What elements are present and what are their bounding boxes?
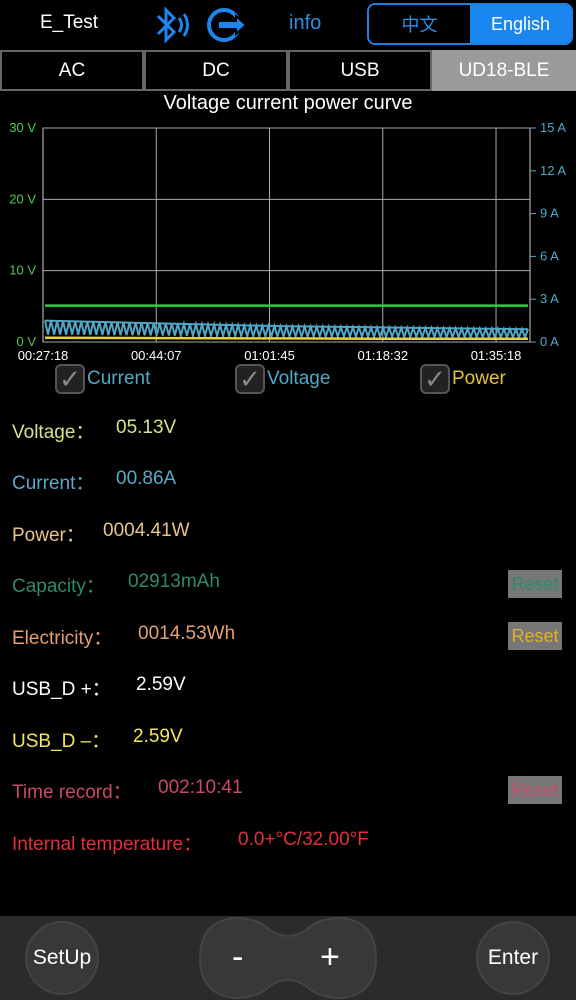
capacity-value: 02913mAh bbox=[128, 571, 220, 592]
x-tick-label: 01:18:32 bbox=[357, 348, 408, 363]
lang-english-button[interactable]: English bbox=[470, 5, 571, 43]
electricity-reading: Electricity： 0014.53Wh Reset bbox=[12, 622, 562, 653]
checkmark-icon: ✓ bbox=[235, 364, 265, 394]
y-right-tick-label: 0 A bbox=[540, 334, 559, 349]
minus-button[interactable]: - bbox=[232, 938, 243, 977]
checkmark-icon: ✓ bbox=[55, 364, 85, 394]
current-checkbox[interactable]: ✓ Current bbox=[55, 364, 150, 394]
power-series-line bbox=[44, 336, 528, 341]
usb-dplus-reading: USB_D +： 2.59V bbox=[12, 674, 562, 704]
y-right-tick-label: 3 A bbox=[540, 291, 559, 306]
tab-dc[interactable]: DC bbox=[144, 50, 288, 91]
current-label: Current： bbox=[12, 473, 95, 494]
bluetooth-icon[interactable] bbox=[150, 4, 196, 46]
plot-frame bbox=[42, 127, 531, 343]
rotate-screen-icon[interactable] bbox=[204, 4, 250, 46]
capacity-reset-button[interactable]: Reset bbox=[508, 570, 562, 598]
y-left-tick-label: 0 V bbox=[16, 334, 36, 349]
time-record-label: Time record： bbox=[12, 782, 132, 803]
voltage-label: Voltage： bbox=[12, 422, 95, 443]
time-record-reading: Time record： 002:10:41 Reset bbox=[12, 776, 562, 807]
voltage-value: 05.13V bbox=[116, 417, 177, 438]
current-value: 00.86A bbox=[116, 468, 177, 489]
y-left-tick-label: 10 V bbox=[9, 263, 36, 278]
usb-dminus-label: USB_D –： bbox=[12, 731, 111, 752]
power-reading: Power： 0004.41W bbox=[12, 520, 562, 550]
time-record-value: 002:10:41 bbox=[158, 777, 243, 798]
current-checkbox-label: Current bbox=[87, 368, 151, 389]
usb-dplus-value: 2.59V bbox=[136, 674, 186, 695]
setup-button[interactable]: SetUp bbox=[27, 923, 97, 993]
x-tick-label: 01:01:45 bbox=[244, 348, 295, 363]
x-tick-label: 00:27:18 bbox=[18, 348, 69, 363]
bottom-control-bar: SetUp - + Enter bbox=[0, 916, 576, 1000]
tab-usb[interactable]: USB bbox=[288, 50, 432, 91]
tab-ud18-ble[interactable]: UD18-BLE bbox=[432, 50, 576, 91]
info-link[interactable]: info bbox=[289, 12, 321, 35]
voltage-reading: Voltage： 05.13V bbox=[12, 417, 562, 447]
x-tick-label: 01:35:18 bbox=[471, 348, 522, 363]
checkmark-icon: ✓ bbox=[420, 364, 450, 394]
internal-temperature-label: Internal temperature： bbox=[12, 834, 203, 855]
usb-dplus-label: USB_D +： bbox=[12, 679, 111, 700]
usb-dminus-value: 2.59V bbox=[133, 726, 183, 747]
power-value: 0004.41W bbox=[103, 520, 190, 541]
y-right-tick-label: 12 A bbox=[540, 163, 566, 178]
voltage-checkbox-label: Voltage bbox=[267, 368, 331, 389]
y-right-tick-label: 15 A bbox=[540, 120, 566, 135]
power-checkbox[interactable]: ✓ Power bbox=[420, 364, 506, 394]
language-switch: 中文 English bbox=[367, 3, 573, 45]
usb-dminus-reading: USB_D –： 2.59V bbox=[12, 726, 562, 756]
x-tick-label: 00:44:07 bbox=[131, 348, 182, 363]
voltage-current-power-chart: 30 V 20 V 10 V 0 V 15 A 12 A 9 A 6 A 3 A 0 A 00:27… bbox=[9, 120, 566, 363]
power-label: Power： bbox=[12, 525, 85, 546]
mode-tabs: AC DC USB UD18-BLE bbox=[0, 50, 576, 91]
current-reading: Current： 00.86A bbox=[12, 468, 562, 498]
minus-plus-control bbox=[198, 916, 378, 1000]
plus-button[interactable]: + bbox=[320, 938, 340, 977]
electricity-reset-button[interactable]: Reset bbox=[508, 622, 562, 650]
y-right-tick-label: 6 A bbox=[540, 248, 559, 263]
y-left-tick-label: 20 V bbox=[9, 191, 36, 206]
chart-title: Voltage current power curve bbox=[163, 92, 413, 114]
device-name: E_Test bbox=[40, 12, 99, 33]
voltage-checkbox[interactable]: ✓ Voltage bbox=[235, 364, 330, 394]
electricity-value: 0014.53Wh bbox=[138, 623, 236, 644]
capacity-label: Capacity： bbox=[12, 576, 105, 597]
tab-ac[interactable]: AC bbox=[0, 50, 144, 91]
time-record-reset-button[interactable]: Reset bbox=[508, 776, 562, 804]
y-left-tick-label: 30 V bbox=[9, 120, 36, 135]
series-toggles: ✓ Current ✓ Voltage ✓ Power bbox=[0, 364, 576, 404]
enter-button[interactable]: Enter bbox=[478, 923, 548, 993]
y-right-tick-label: 9 A bbox=[540, 206, 559, 221]
capacity-reading: Capacity： 02913mAh Reset bbox=[12, 570, 562, 601]
lang-chinese-button[interactable]: 中文 bbox=[369, 5, 470, 43]
electricity-label: Electricity： bbox=[12, 628, 113, 649]
top-bar: E_Test info 中文 English bbox=[0, 0, 576, 48]
internal-temperature-reading: Internal temperature： 0.0+°C/32.00°F bbox=[12, 829, 562, 859]
internal-temperature-value: 0.0+°C/32.00°F bbox=[238, 829, 369, 850]
power-checkbox-label: Power bbox=[452, 368, 506, 389]
